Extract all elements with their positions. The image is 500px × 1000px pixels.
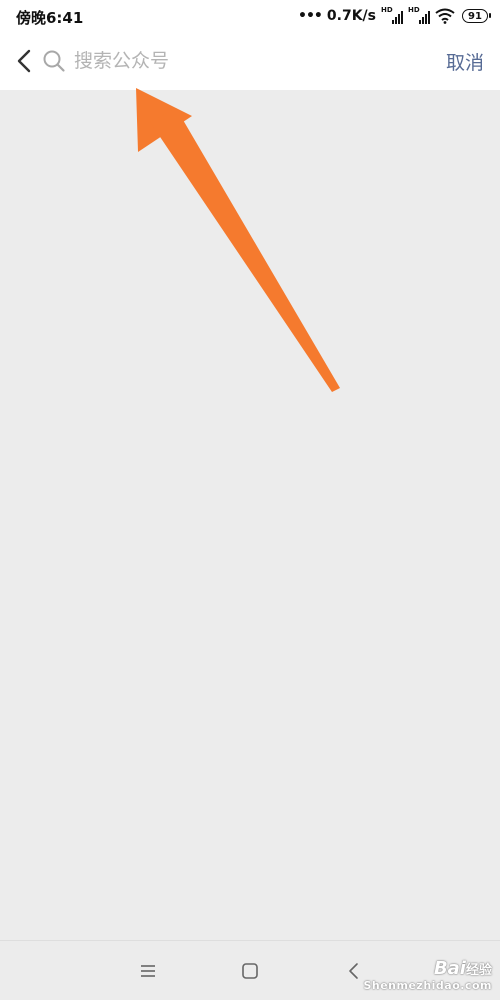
menu-icon[interactable] bbox=[136, 959, 160, 983]
chevron-left-icon bbox=[17, 49, 31, 73]
arrow-head bbox=[136, 88, 192, 152]
screen: 傍晚6:41 ••• 0.7K/s HD HD 91 搜索公众号 取消 Bai经… bbox=[0, 0, 500, 1000]
cancel-button[interactable]: 取消 bbox=[446, 48, 484, 75]
watermark-url: Shenmezhidao.com bbox=[363, 979, 492, 992]
home-icon[interactable] bbox=[238, 959, 262, 983]
sim2-hd-label: HD bbox=[408, 6, 420, 14]
signal-sim1-icon: HD bbox=[381, 6, 403, 24]
search-input[interactable] bbox=[74, 46, 394, 76]
notification-dots: ••• bbox=[298, 8, 323, 24]
arrow-shaft bbox=[150, 108, 340, 392]
back-button[interactable] bbox=[10, 46, 38, 76]
status-time: 傍晚6:41 bbox=[16, 9, 84, 27]
wifi-icon bbox=[435, 8, 455, 24]
watermark-brand: Bai经验 bbox=[433, 958, 492, 979]
signal-sim2-icon: HD bbox=[408, 6, 430, 24]
annotation-arrow bbox=[136, 88, 340, 392]
watermark: Bai经验 Shenmezhidao.com bbox=[363, 958, 492, 992]
search-header: 取消 bbox=[0, 32, 500, 90]
navigation-bar: Bai经验 Shenmezhidao.com bbox=[0, 940, 500, 1000]
search-icon bbox=[43, 50, 65, 72]
sim1-hd-label: HD bbox=[381, 6, 393, 14]
network-speed: 0.7K/s bbox=[326, 8, 376, 24]
battery-indicator: 91 bbox=[462, 9, 491, 23]
search-box[interactable] bbox=[42, 44, 422, 78]
status-bar: 傍晚6:41 ••• 0.7K/s HD HD 91 bbox=[0, 0, 500, 32]
status-indicators: ••• 0.7K/s HD HD 91 bbox=[298, 6, 491, 26]
